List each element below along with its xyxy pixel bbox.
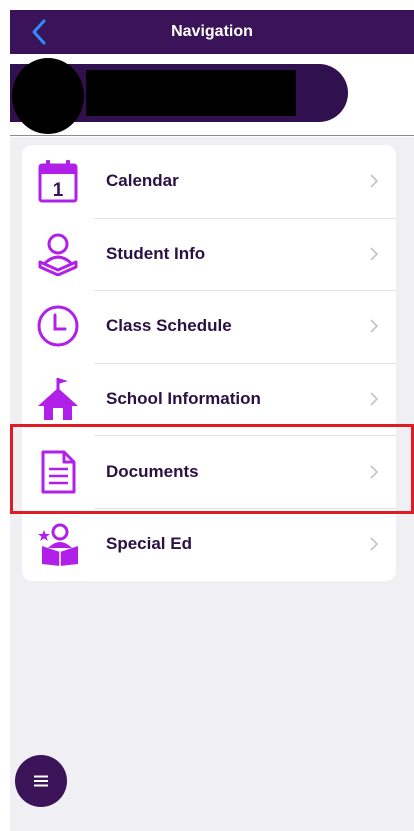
menu-item-label: Calendar — [106, 171, 179, 191]
menu-item-label: Student Info — [106, 243, 206, 263]
menu-item-label: Documents — [106, 461, 199, 481]
student-icon — [32, 228, 84, 280]
menu-content-area: 1 Calendar Student Info Class Schedule S… — [10, 137, 414, 831]
redacted-student-name — [86, 70, 296, 116]
menu-item-class-schedule[interactable]: Class Schedule — [22, 290, 396, 363]
calendar-day-number: 1 — [53, 180, 64, 201]
top-nav-bar: Navigation — [10, 10, 414, 54]
calendar-icon: 1 — [32, 155, 84, 207]
chevron-right-icon — [368, 464, 380, 480]
school-icon — [32, 373, 84, 425]
menu-item-documents[interactable]: Documents — [22, 435, 396, 508]
avatar — [12, 58, 84, 134]
hamburger-menu-icon — [34, 775, 48, 787]
document-icon — [32, 446, 84, 498]
chevron-right-icon — [368, 318, 380, 334]
navigation-screen: Navigation 1 Calendar Student Info Class… — [0, 0, 414, 831]
navigation-menu-card: 1 Calendar Student Info Class Schedule S… — [22, 145, 396, 581]
chevron-left-icon — [32, 19, 46, 45]
special-ed-icon — [32, 518, 84, 570]
profile-banner — [10, 54, 414, 136]
hamburger-menu-button[interactable] — [15, 755, 67, 807]
chevron-right-icon — [368, 246, 380, 262]
page-title: Navigation — [171, 23, 253, 40]
chevron-right-icon — [368, 391, 380, 407]
chevron-right-icon — [368, 536, 380, 552]
menu-item-student-info[interactable]: Student Info — [22, 217, 396, 291]
menu-item-calendar[interactable]: 1 Calendar — [22, 145, 396, 218]
menu-item-label: Class Schedule — [106, 316, 232, 336]
menu-item-school-information[interactable]: School Information — [22, 362, 396, 436]
clock-icon — [32, 300, 84, 352]
menu-item-label: School Information — [106, 389, 261, 409]
menu-item-label: Special Ed — [106, 534, 192, 554]
menu-item-special-ed[interactable]: Special Ed — [22, 507, 396, 581]
chevron-right-icon — [368, 173, 380, 189]
back-button[interactable] — [24, 16, 54, 48]
